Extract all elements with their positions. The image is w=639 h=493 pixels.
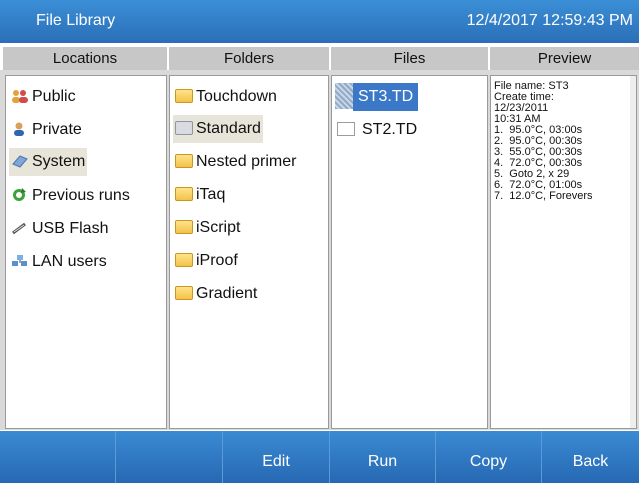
location-item-system[interactable]: System xyxy=(9,148,88,176)
window-title: File Library xyxy=(36,12,116,29)
folder-label: iScript xyxy=(196,219,241,236)
preview-scrollbar[interactable] xyxy=(630,76,636,428)
folder-icon xyxy=(175,253,193,267)
back-button[interactable]: Back xyxy=(542,431,639,483)
location-label: Public xyxy=(32,88,76,105)
file-icon xyxy=(335,83,353,109)
folder-label: Nested primer xyxy=(196,153,297,170)
locations-pane: Public Private System Previous runs USB … xyxy=(5,75,167,429)
location-item-lan-users[interactable]: LAN users xyxy=(11,248,107,276)
user-icon xyxy=(14,122,24,136)
folder-item[interactable]: Touchdown xyxy=(175,83,277,111)
title-bar: File Library 12/4/2017 12:59:43 PM xyxy=(0,0,639,43)
location-item-previous-runs[interactable]: Previous runs xyxy=(11,182,130,210)
preview-pane: File name: ST3 Create time: 12/23/2011 10:3… xyxy=(490,75,637,429)
folder-icon xyxy=(175,154,193,168)
location-item-private[interactable]: Private xyxy=(11,116,82,144)
location-label: System xyxy=(32,153,86,170)
file-item[interactable]: ST2.TD xyxy=(337,116,417,144)
datetime-display: 12/4/2017 12:59:43 PM xyxy=(466,12,633,29)
edit-button[interactable]: Edit xyxy=(223,431,330,483)
toolbar-button-2[interactable] xyxy=(116,431,223,483)
location-item-usb-flash[interactable]: USB Flash xyxy=(11,215,108,243)
folder-label: Gradient xyxy=(196,285,258,302)
folder-label: Standard xyxy=(196,120,261,137)
location-label: USB Flash xyxy=(32,220,109,237)
file-label: ST2.TD xyxy=(362,121,418,138)
folder-label: iProof xyxy=(196,252,238,269)
column-header-files: Files xyxy=(331,47,488,70)
location-item-public[interactable]: Public xyxy=(11,83,76,111)
folder-item[interactable]: iProof xyxy=(175,247,238,275)
location-label: Private xyxy=(32,121,82,138)
file-item-selected[interactable]: ST3.TD xyxy=(335,83,419,111)
folder-label: iTaq xyxy=(196,186,226,203)
copy-button[interactable]: Copy xyxy=(436,431,542,483)
usb-icon xyxy=(12,222,26,235)
folders-pane: Touchdown Standard Nested primer iTaq iS… xyxy=(169,75,329,429)
folder-icon xyxy=(175,220,193,234)
run-button[interactable]: Run xyxy=(330,431,436,483)
preview-text: File name: ST3 Create time: 12/23/2011 10:3… xyxy=(491,76,636,202)
file-icon xyxy=(337,122,355,136)
bottom-toolbar: Edit Run Copy Back xyxy=(0,431,639,483)
folder-icon xyxy=(175,121,193,135)
location-label: Previous runs xyxy=(32,187,130,204)
system-icon xyxy=(12,155,28,168)
folder-item-selected[interactable]: Standard xyxy=(173,115,263,143)
network-icon xyxy=(12,255,27,266)
folder-icon xyxy=(175,286,193,300)
folder-icon xyxy=(175,89,193,103)
files-pane: ST3.TD ST2.TD xyxy=(331,75,488,429)
location-label: LAN users xyxy=(32,253,107,270)
folder-icon xyxy=(175,187,193,201)
folder-item[interactable]: Gradient xyxy=(175,280,257,308)
folder-item[interactable]: iScript xyxy=(175,214,240,242)
folder-item[interactable]: iTaq xyxy=(175,181,225,209)
folder-label: Touchdown xyxy=(196,88,277,105)
column-header-folders: Folders xyxy=(169,47,329,70)
toolbar-button-1[interactable] xyxy=(0,431,116,483)
users-icon xyxy=(12,90,28,103)
preview-line: 7. 12.0°C, Forevers xyxy=(494,190,593,202)
file-label: ST3.TD xyxy=(353,83,419,111)
column-header-locations: Locations xyxy=(3,47,167,70)
folder-item[interactable]: Nested primer xyxy=(175,148,296,176)
column-header-preview: Preview xyxy=(490,47,639,70)
refresh-icon xyxy=(13,188,26,201)
